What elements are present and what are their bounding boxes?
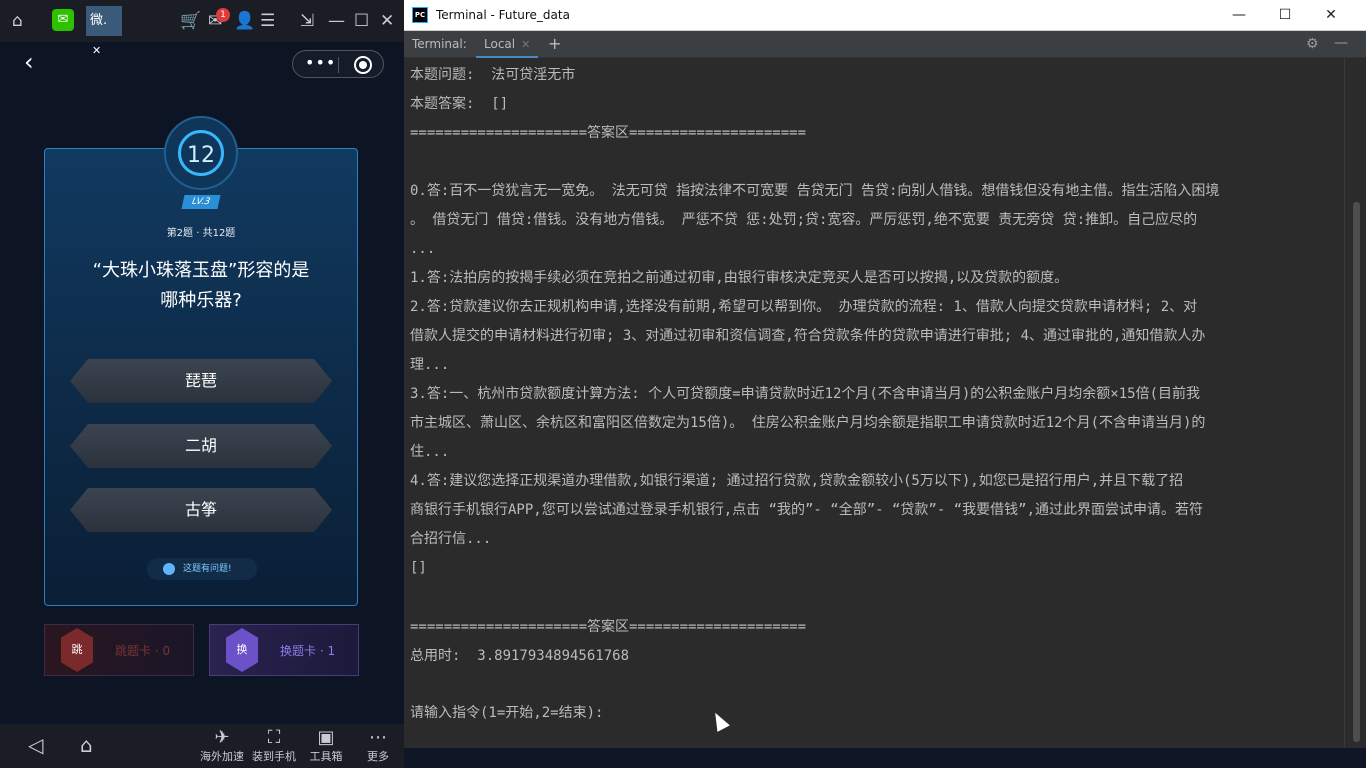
minimize-icon[interactable]: — (328, 11, 345, 31)
app-tab[interactable]: 微. ✕ (86, 6, 122, 36)
answer-option-guzheng[interactable]: 古筝 (70, 488, 332, 532)
swap-card-label: 换题卡 · 1 (280, 642, 335, 659)
close-icon[interactable]: ✕ (380, 11, 394, 31)
level-badge: LV.3 (182, 195, 221, 209)
timer-ring-icon: 12 (178, 130, 224, 176)
desktop-background-strip (404, 748, 1366, 768)
vertical-scrollbar[interactable] (1344, 58, 1366, 748)
toolbox-icon: ▣ (298, 726, 354, 750)
nav-home-icon[interactable]: ⌂ (80, 733, 93, 757)
answer-option-erhu[interactable]: 二胡 (70, 424, 332, 468)
swap-card-icon: 换 (226, 628, 258, 672)
back-chevron-icon[interactable]: ‹ (24, 48, 34, 76)
report-icon (163, 563, 175, 575)
notification-badge: 1 (216, 8, 230, 22)
more-icon: ⋯ (350, 726, 404, 750)
emulator-window: ⌂ ✉ 微. ✕ 🛒 ✉ 1 👤 ☰ ⇲ — ☐ ✕ ‹ ••• 12 LV.3… (0, 0, 404, 768)
tool-toolbox[interactable]: ▣ 工具箱 (298, 726, 354, 764)
terminal-line: 合招行信... (410, 530, 491, 548)
nav-back-icon[interactable]: ◁ (28, 733, 43, 757)
terminal-line: 商银行手机银行APP,您可以尝试通过登录手机银行,点击 “我的”- “全部”- … (410, 501, 1203, 519)
tab-local[interactable]: Local ✕ (476, 31, 538, 58)
close-icon[interactable]: ✕ (1308, 5, 1354, 25)
window-title: Terminal - Future_data (436, 8, 570, 22)
terminal-tab-bar: Terminal: Local ✕ + ⚙ — (404, 31, 1366, 58)
question-text: “大珠小珠落玉盘”形容的是 哪种乐器? (62, 256, 340, 316)
maximize-icon[interactable]: ☐ (354, 11, 369, 31)
question-line-2: 哪种乐器? (62, 286, 340, 316)
wechat-icon[interactable]: ✉ (52, 9, 74, 31)
terminal-line: 本题问题: 法可贷淫无市 (410, 66, 575, 84)
report-label: 这题有问题! (183, 564, 232, 574)
more-dots-icon[interactable]: ••• (305, 53, 336, 72)
question-line-1: “大珠小珠落玉盘”形容的是 (62, 256, 340, 286)
menu-icon[interactable]: ☰ (260, 11, 275, 31)
scrollbar-thumb[interactable] (1353, 202, 1360, 742)
emulator-top-bar: ⌂ ✉ 微. ✕ 🛒 ✉ 1 👤 ☰ ⇲ — ☐ ✕ (0, 0, 404, 42)
tool-label: 更多 (350, 750, 404, 764)
hide-panel-icon[interactable]: — (1334, 35, 1348, 51)
tool-label: 海外加速 (194, 750, 250, 764)
terminal-line: 总用时: 3.8917934894561768 (410, 647, 629, 665)
terminal-line: ... (410, 240, 435, 258)
terminal-line: 2.答:贷款建议你去正规机构申请,选择没有前期,希望可以帮到你。 办理贷款的流程… (410, 298, 1197, 316)
tab-label: Local (484, 37, 515, 51)
timer-value: 12 (181, 143, 221, 168)
terminal-line: 理... (410, 356, 449, 374)
shrink-icon[interactable]: ⇲ (300, 11, 314, 31)
terminal-line: 本题答案: [] (410, 95, 508, 113)
cart-icon[interactable]: 🛒 (180, 11, 201, 31)
terminal-line: =====================答案区================… (410, 618, 806, 636)
close-miniprogram-icon[interactable] (354, 56, 372, 74)
terminal-line: 4.答:建议您选择正规渠道办理借款,如银行渠道; 通过招行贷款,贷款金额较小(5… (410, 472, 1183, 490)
terminal-line: 3.答:一、杭州市贷款额度计算方法: 个人可贷额度=申请贷款时近12个月(不含申… (410, 385, 1200, 403)
rocket-icon: ✈ (194, 726, 250, 750)
terminal-line: 借款人提交的申请材料进行初审; 3、对通过初审和资信调查,符合贷款条件的贷款申请… (410, 327, 1205, 345)
skip-card[interactable]: 跳 跳题卡 · 0 (44, 624, 194, 676)
answer-option-pipa[interactable]: 琵琶 (70, 359, 332, 403)
terminal-output[interactable]: 本题问题: 法可贷淫无市 本题答案: [] ==================… (404, 58, 1344, 748)
question-progress: 第2题 · 共12题 (120, 224, 282, 239)
terminal-line: 。 借贷无门 借贷:借钱。没有地方借钱。 严惩不贷 惩:处罚;贷:宽容。严厉惩罚… (410, 211, 1197, 229)
tool-overseas-accel[interactable]: ✈ 海外加速 (194, 726, 250, 764)
add-tab-icon[interactable]: + (548, 34, 561, 53)
countdown-timer: 12 (164, 116, 238, 190)
report-question-button[interactable]: 这题有问题! (147, 558, 257, 580)
app-tab-label: 微. (90, 13, 107, 28)
capsule-divider (338, 57, 339, 73)
maximize-icon[interactable]: ☐ (1262, 5, 1308, 25)
minimize-icon[interactable]: — (1216, 5, 1262, 25)
home-icon[interactable]: ⌂ (12, 11, 23, 31)
skip-card-label: 跳题卡 · 0 (115, 642, 170, 659)
miniprogram-capsule: ••• (292, 50, 384, 78)
tool-install-to-phone[interactable]: ⛶ 装到手机 (246, 726, 302, 764)
pycharm-icon: PC (412, 7, 428, 23)
terminal-line: [] (410, 559, 427, 577)
tool-label: 装到手机 (246, 750, 302, 764)
tool-more[interactable]: ⋯ 更多 (350, 726, 404, 764)
terminal-line: 0.答:百不一贷犹言无一宽免。 法无可贷 指按法律不可宽要 告贷无门 告贷:向别… (410, 182, 1219, 200)
tool-label: 工具箱 (298, 750, 354, 764)
terminal-panel-label: Terminal: (412, 37, 467, 51)
user-icon[interactable]: 👤 (234, 11, 255, 31)
close-tab-icon[interactable]: ✕ (521, 38, 530, 51)
terminal-prompt[interactable]: 请输入指令(1=开始,2=结束): (410, 704, 603, 722)
terminal-line: =====================答案区================… (410, 124, 806, 142)
phone-install-icon: ⛶ (246, 726, 302, 750)
terminal-line: 1.答:法拍房的按揭手续必须在竞拍之前通过初审,由银行审核决定竞买人是否可以按揭… (410, 269, 1068, 287)
skip-card-icon: 跳 (61, 628, 93, 672)
window-title-bar: PC Terminal - Future_data — ☐ ✕ (404, 0, 1366, 31)
swap-card[interactable]: 换 换题卡 · 1 (209, 624, 359, 676)
gear-icon[interactable]: ⚙ (1306, 36, 1319, 52)
emulator-bottom-bar: ◁ ⌂ ✈ 海外加速 ⛶ 装到手机 ▣ 工具箱 ⋯ 更多 (0, 724, 404, 768)
terminal-window: PC Terminal - Future_data — ☐ ✕ Terminal… (404, 0, 1366, 768)
terminal-line: 住... (410, 443, 449, 461)
terminal-line: 市主城区、萧山区、余杭区和富阳区倍数定为15倍)。 住房公积金账户月均余额是指职… (410, 414, 1205, 432)
